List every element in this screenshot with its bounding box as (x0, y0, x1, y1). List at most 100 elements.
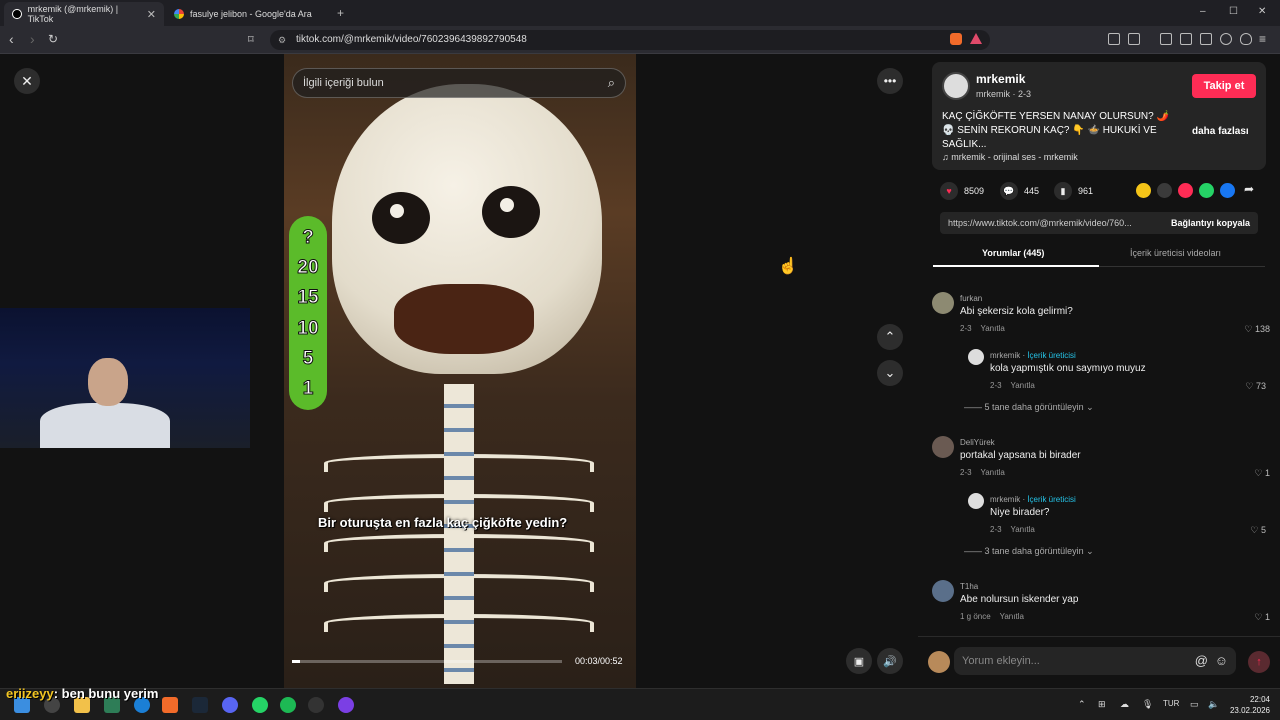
video-player[interactable]: ? 20 15 10 5 1 (284, 54, 636, 688)
share-link[interactable]: https://www.tiktok.com/@mrkemik/video/76… (948, 218, 1132, 228)
search-icon[interactable]: ⌕ (608, 69, 615, 97)
bookmark-icon[interactable]: ⌑ (248, 33, 254, 46)
comment-date: 1 g önce (960, 612, 991, 621)
maximize-button[interactable]: ☐ (1229, 6, 1238, 17)
send-comment-button[interactable]: ↑ (1248, 651, 1270, 673)
comment-stat[interactable]: 💬 445 (1000, 182, 1039, 200)
related-search-input[interactable]: İlgili içeriği bulun ⌕ (292, 68, 626, 98)
network-icon[interactable]: ▭ (1190, 699, 1199, 710)
spotify-icon[interactable] (280, 697, 296, 713)
minimize-button[interactable]: – (1200, 6, 1206, 17)
reply-link[interactable]: Yanıtla (980, 468, 1004, 477)
close-tab-icon[interactable]: ✕ (147, 8, 156, 21)
like-stat[interactable]: ♥ 8509 (940, 182, 984, 200)
facebook-icon[interactable] (1220, 183, 1235, 198)
microphone-icon[interactable]: 🎙 (1142, 699, 1153, 710)
mention-icon[interactable]: @ (1195, 647, 1208, 675)
wallet-icon[interactable] (1200, 33, 1212, 45)
video-progress-bar[interactable] (292, 660, 562, 663)
reply-link[interactable]: Yanıtla (1000, 612, 1024, 621)
view-more-replies[interactable]: —— 5 tane daha görüntüleyin ⌄ (964, 402, 1094, 413)
app-icon[interactable] (338, 697, 354, 713)
reply-like[interactable]: ♡ 5 (1250, 525, 1266, 536)
back-icon[interactable]: ‹ (9, 31, 14, 47)
video-time: 00:03/00:52 (575, 656, 623, 666)
speaker-icon[interactable]: 🔈 (1208, 699, 1219, 710)
replier-avatar[interactable] (968, 493, 984, 509)
comment-input[interactable]: Yorum ekleyin... @ ☺ (954, 647, 1236, 675)
tray-cloud-icon[interactable]: ☁ (1120, 699, 1129, 710)
vpn-icon[interactable] (1240, 33, 1252, 45)
creator-username[interactable]: mrkemik (976, 72, 1025, 86)
commenter-name[interactable]: DeliYürek (960, 438, 995, 447)
obs-icon[interactable] (308, 697, 324, 713)
commenter-avatar[interactable] (932, 436, 954, 458)
save-stat[interactable]: ▮ 961 (1054, 182, 1093, 200)
media-icon[interactable] (1160, 33, 1172, 45)
creator-avatar[interactable] (942, 72, 970, 100)
close-window-button[interactable]: ✕ (1258, 6, 1266, 17)
tray-app-icon[interactable]: ⊞ (1098, 699, 1106, 710)
reply-link[interactable]: Yanıtla (980, 324, 1004, 333)
score-label: ? (302, 226, 315, 248)
whatsapp-icon[interactable] (252, 697, 268, 713)
sound-line[interactable]: ♫ mrkemik - orijinal ses - mrkemik (942, 152, 1078, 162)
progress-fill (292, 660, 301, 663)
brave-icon[interactable] (162, 697, 178, 713)
follow-button[interactable]: Takip et (1192, 74, 1256, 98)
score-label: 5 (302, 347, 314, 369)
commenter-avatar[interactable] (932, 292, 954, 314)
tab-google[interactable]: fasulye jelibon - Google'da Ara (166, 2, 334, 26)
discord-icon[interactable] (222, 697, 238, 713)
reply-text: Niye birader? (990, 507, 1050, 518)
commenter-avatar[interactable] (932, 580, 954, 602)
previous-video-button[interactable]: ⌃ (877, 324, 903, 350)
pip-button[interactable]: ▣ (846, 648, 872, 674)
replier-name[interactable]: mrkemik · İçerik üreticisi (990, 495, 1076, 504)
leo-ai-icon[interactable] (1220, 33, 1232, 45)
language-indicator[interactable]: TUR (1163, 699, 1179, 708)
brave-shield-icon[interactable] (950, 33, 962, 45)
sidebar-icon[interactable] (1180, 33, 1192, 45)
whatsapp-icon[interactable] (1199, 183, 1214, 198)
commenter-name[interactable]: furkan (960, 294, 982, 303)
comment-like[interactable]: ♡ 1 (1254, 612, 1270, 623)
reply-like[interactable]: ♡ 73 (1245, 381, 1266, 392)
reply-link[interactable]: Yanıtla (1010, 381, 1034, 390)
show-more-link[interactable]: daha fazlası (1192, 126, 1249, 137)
url-field[interactable]: ⚙ tiktok.com/@mrkemik/video/760239643989… (270, 30, 990, 50)
share-arrow-icon[interactable]: ➦ (1244, 182, 1254, 196)
clock[interactable]: 22:04 23.02.2026 (1230, 694, 1270, 716)
screenshot-icon[interactable] (1128, 33, 1140, 45)
forward-icon[interactable]: › (30, 31, 35, 47)
emoji-icon[interactable]: ☺ (1215, 647, 1228, 675)
commenter-name[interactable]: T1ha (960, 582, 978, 591)
more-options-button[interactable]: ••• (877, 68, 903, 94)
comment-like[interactable]: ♡ 1 (1254, 468, 1270, 479)
rewards-icon[interactable] (970, 33, 982, 44)
tab-tiktok[interactable]: mrkemik (@mrkemik) | TikTok ✕ (4, 2, 164, 26)
menu-icon[interactable]: ≡ (1259, 32, 1266, 46)
replier-name[interactable]: mrkemik · İçerik üreticisi (990, 351, 1076, 360)
url-text: tiktok.com/@mrkemik/video/76023964398927… (296, 34, 527, 45)
view-more-replies[interactable]: —— 3 tane daha görüntüleyin ⌄ (964, 546, 1094, 557)
comment-like[interactable]: ♡ 138 (1244, 324, 1270, 335)
copy-link-button[interactable]: Bağlantıyı kopyala (1171, 212, 1250, 234)
tab-creator-videos[interactable]: İçerik üreticisi videoları (1130, 248, 1221, 258)
site-info-icon[interactable]: ⚙ (278, 30, 286, 50)
tray-expand-icon[interactable]: ⌃ (1078, 699, 1086, 710)
replier-avatar[interactable] (968, 349, 984, 365)
next-video-button[interactable]: ⌄ (877, 360, 903, 386)
extensions-icon[interactable] (1108, 33, 1120, 45)
reload-icon[interactable]: ↻ (48, 32, 58, 46)
send-icon[interactable] (1178, 183, 1193, 198)
tab-comments[interactable]: Yorumlar (445) (982, 248, 1044, 258)
new-tab-button[interactable]: + (337, 6, 344, 20)
reply-link[interactable]: Yanıtla (1010, 525, 1034, 534)
volume-button[interactable]: 🔊 (877, 648, 903, 674)
close-video-button[interactable]: ✕ (14, 68, 40, 94)
embed-icon[interactable] (1157, 183, 1172, 198)
sound-label: mrkemik - orijinal ses - mrkemik (951, 152, 1078, 162)
steam-icon[interactable] (192, 697, 208, 713)
repost-icon[interactable] (1136, 183, 1151, 198)
